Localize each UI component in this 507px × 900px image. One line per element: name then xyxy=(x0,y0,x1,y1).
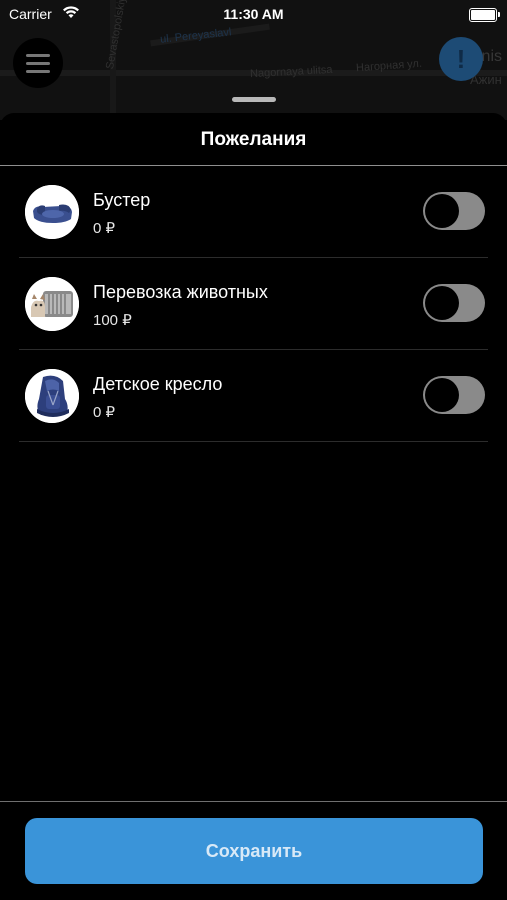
battery-icon xyxy=(469,8,500,22)
hamburger-icon xyxy=(26,69,50,73)
hamburger-icon xyxy=(26,53,50,57)
toggle-knob xyxy=(425,194,459,228)
item-name: Бустер xyxy=(93,190,151,210)
hamburger-icon xyxy=(26,61,50,65)
pet-carrier-image xyxy=(25,277,79,331)
item-price: 0 ₽ xyxy=(93,404,116,421)
divider xyxy=(0,801,507,802)
status-time: 11:30 AM xyxy=(223,6,284,22)
options-list: Бустер 0 ₽ Перевозка животных 100 ₽ Детс… xyxy=(0,166,507,442)
exclamation-icon: ! xyxy=(456,43,466,74)
alert-button[interactable]: ! xyxy=(439,37,483,81)
menu-button[interactable] xyxy=(13,38,63,88)
toggle-knob xyxy=(425,286,459,320)
options-sheet: Пожелания Бустер 0 ₽ Перевозка животных … xyxy=(0,113,507,900)
save-button[interactable]: Сохранить xyxy=(25,818,483,884)
row-separator xyxy=(19,441,488,442)
item-name: Перевозка животных xyxy=(93,282,268,302)
item-price: 100 ₽ xyxy=(93,312,132,329)
list-item-child-seat[interactable]: Детское кресло 0 ₽ xyxy=(0,350,507,442)
item-price: 0 ₽ xyxy=(93,220,116,237)
pet-transport-toggle[interactable] xyxy=(423,284,485,322)
sheet-title: Пожелания xyxy=(200,129,307,150)
list-item-booster[interactable]: Бустер 0 ₽ xyxy=(0,166,507,258)
list-item-pet-transport[interactable]: Перевозка животных 100 ₽ xyxy=(0,258,507,350)
child-seat-image xyxy=(25,369,79,423)
booster-toggle[interactable] xyxy=(423,192,485,230)
sheet-grabber-handle[interactable] xyxy=(232,97,276,102)
status-bar: Carrier 11:30 AM xyxy=(0,0,507,28)
booster-seat-image xyxy=(25,185,79,239)
child-seat-toggle[interactable] xyxy=(423,376,485,414)
toggle-knob xyxy=(425,378,459,412)
item-name: Детское кресло xyxy=(93,374,223,394)
